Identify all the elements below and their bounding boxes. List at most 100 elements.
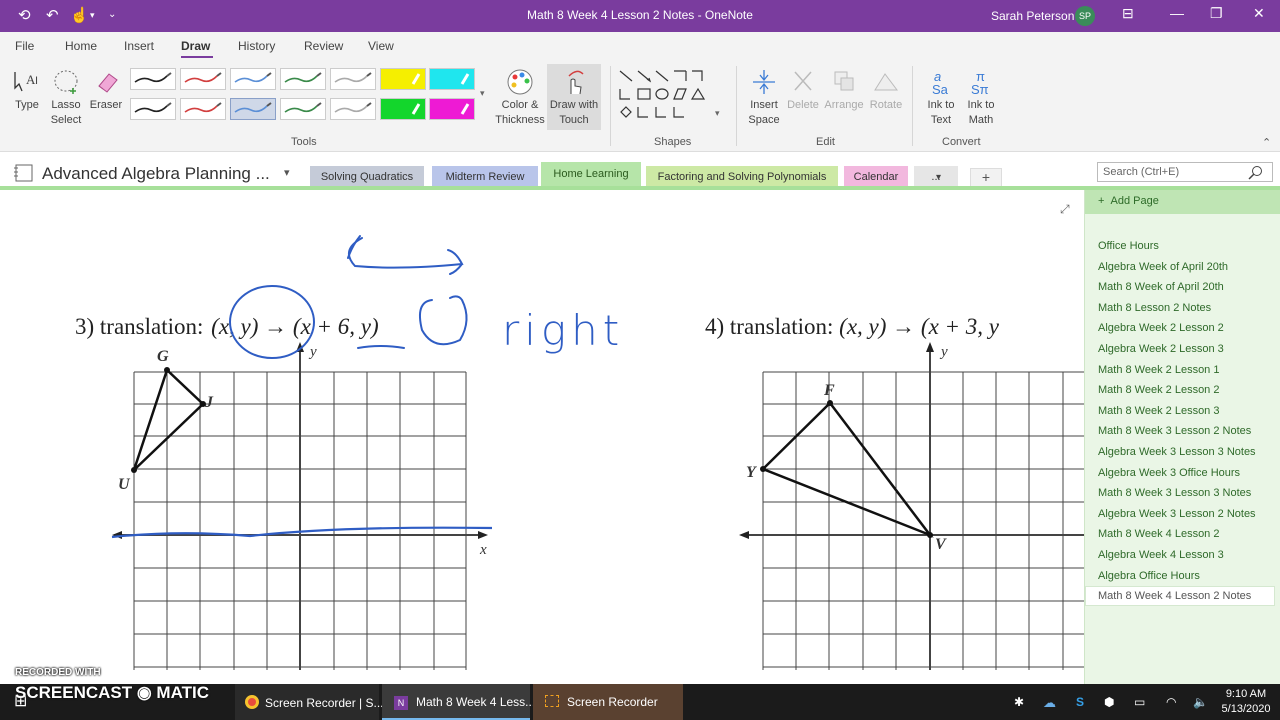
pen-swatch[interactable] (429, 98, 475, 120)
page-list-item[interactable]: Algebra Week 2 Lesson 2 (1098, 322, 1224, 334)
page-list-item[interactable]: Algebra Week 4 Lesson 3 (1098, 549, 1224, 561)
page-list-item[interactable]: Math 8 Week of April 20th (1098, 281, 1224, 293)
antivirus-icon[interactable]: ✱ (1014, 684, 1024, 720)
delete-button[interactable]: Delete (786, 68, 820, 113)
color-thickness-button[interactable]: Color & Thickness (494, 68, 546, 128)
pen-swatch[interactable] (280, 68, 326, 90)
page-list-item[interactable]: Math 8 Week 3 Lesson 2 Notes (1098, 425, 1251, 437)
lasso-label: Lasso Select (50, 99, 82, 126)
close-icon[interactable]: ✕ (1253, 5, 1265, 22)
page-list-item[interactable]: Math 8 Week 3 Lesson 3 Notes (1098, 487, 1251, 499)
svg-text:Sπ: Sπ (971, 82, 989, 96)
battery-icon[interactable]: ▭ (1134, 684, 1145, 720)
page-list-item[interactable]: Algebra Week 3 Office Hours (1098, 467, 1240, 479)
pen-swatch[interactable] (280, 98, 326, 120)
page-list-item[interactable]: Algebra Week 3 Lesson 2 Notes (1098, 508, 1256, 520)
pen-swatch[interactable] (180, 98, 226, 120)
type-cursor-icon: AI (14, 72, 38, 92)
page-list-item[interactable]: Math 8 Week 2 Lesson 2 (1098, 384, 1219, 396)
tabs-overflow-icon[interactable]: ▾ (936, 172, 941, 183)
pen-swatch[interactable] (230, 68, 276, 90)
avatar[interactable]: SP (1075, 6, 1095, 26)
taskbar-item-onenote[interactable]: N Math 8 Week 4 Less... (382, 684, 535, 720)
page-list-item[interactable]: Algebra Week of April 20th (1098, 261, 1228, 273)
menu-draw[interactable]: Draw (181, 39, 210, 53)
page-list-item[interactable]: Math 8 Lesson 2 Notes (1098, 302, 1211, 314)
delete-label: Delete (787, 99, 819, 111)
collapse-ribbon-icon[interactable]: ⌃ (1262, 136, 1271, 149)
menu-file[interactable]: File (15, 39, 34, 53)
pen-swatch[interactable] (380, 98, 426, 120)
shapes-scroll-icon[interactable]: ▾ (715, 108, 720, 119)
ribbon-separator (610, 66, 611, 146)
menu-bar: File Home Insert Draw History Review Vie… (0, 32, 1280, 60)
page-list-item[interactable]: Algebra Office Hours (1098, 570, 1200, 582)
vertex-u-label: U (118, 476, 130, 493)
onedrive-icon[interactable]: ☁ (1043, 684, 1056, 720)
title-bar: ⟲ ↶ ☝ ▾ ⌄ Math 8 Week 4 Lesson 2 Notes -… (0, 0, 1280, 32)
menu-insert[interactable]: Insert (124, 39, 154, 53)
insert-space-button[interactable]: Insert Space (744, 68, 784, 128)
page-list-item[interactable]: Algebra Week 3 Lesson 3 Notes (1098, 446, 1256, 458)
watermark-line-2: SCREENCAST ◉ MATIC (15, 683, 209, 702)
menu-review[interactable]: Review (304, 39, 343, 53)
menu-home[interactable]: Home (65, 39, 97, 53)
search-input[interactable]: Search (Ctrl+E) (1097, 162, 1273, 182)
ink-to-text-button[interactable]: a Sa Ink to Text (920, 68, 962, 128)
skype-icon[interactable]: S (1076, 684, 1084, 720)
svg-text:I: I (35, 75, 38, 87)
ink-annotations[interactable] (0, 190, 700, 410)
arrange-button[interactable]: Arrange (822, 68, 866, 113)
notebook-name[interactable]: Advanced Algebra Planning ... (42, 164, 270, 184)
problem-4-word: translation: (729, 314, 834, 339)
add-page-button[interactable]: + Add Page (1085, 190, 1280, 214)
menu-view[interactable]: View (368, 39, 394, 53)
ink-to-math-button[interactable]: π Sπ Ink to Math (962, 68, 1000, 128)
rotate-button[interactable]: Rotate (866, 68, 906, 113)
maximize-icon[interactable]: ❐ (1210, 5, 1223, 22)
shapes-gallery[interactable] (616, 67, 712, 123)
pen-swatch[interactable] (230, 98, 276, 120)
touch-pen-icon (568, 70, 584, 95)
pen-swatch[interactable] (330, 98, 376, 120)
menu-history[interactable]: History (238, 39, 275, 53)
page-list-item[interactable]: Math 8 Week 2 Lesson 3 (1098, 405, 1219, 417)
draw-with-touch-button[interactable]: Draw with Touch (547, 64, 601, 130)
page-list-item[interactable]: Office Hours (1098, 240, 1159, 252)
eraser-button[interactable]: Eraser (88, 68, 124, 113)
user-name[interactable]: Sarah Peterson (991, 9, 1074, 23)
notebook-icon[interactable] (12, 163, 36, 183)
pen-swatch[interactable] (130, 98, 176, 120)
taskbar-item-screen-recorder[interactable]: Screen Recorder (533, 684, 683, 720)
problem-4-point: (x, y) (839, 314, 887, 339)
pen-swatch[interactable] (130, 68, 176, 90)
pen-swatch[interactable] (180, 68, 226, 90)
expand-icon[interactable]: ⤢ (1060, 202, 1070, 217)
page-list-item[interactable]: Math 8 Week 4 Lesson 2 Notes (1098, 590, 1251, 602)
insert-space-icon (753, 70, 775, 94)
page-list-item[interactable]: Algebra Week 2 Lesson 3 (1098, 343, 1224, 355)
pen-swatch[interactable] (380, 68, 426, 90)
taskbar-item-chrome[interactable]: Screen Recorder | S... (235, 684, 384, 720)
search-icon[interactable] (1248, 165, 1264, 181)
office-icon[interactable]: ⬢ (1104, 684, 1114, 720)
gallery-scroll-icon[interactable]: ▾ (480, 88, 485, 99)
delete-icon (794, 71, 812, 91)
taskbar-clock[interactable]: 9:10 AM 5/13/2020 (1216, 687, 1276, 717)
pen-swatch[interactable] (429, 68, 475, 90)
type-button[interactable]: AI Type (8, 68, 46, 113)
chrome-icon (245, 695, 259, 709)
page-list-item[interactable]: Math 8 Week 2 Lesson 1 (1098, 364, 1219, 376)
volume-icon[interactable]: 🔈 (1193, 684, 1208, 720)
page-list-item[interactable]: Math 8 Week 4 Lesson 2 (1098, 528, 1219, 540)
active-menu-indicator (181, 56, 213, 58)
notebook-dropdown-icon[interactable]: ▾ (284, 166, 290, 179)
taskbar-item-label: Screen Recorder | S... (265, 696, 384, 710)
lasso-select-button[interactable]: Lasso Select (46, 68, 86, 128)
minimize-icon[interactable]: — (1170, 5, 1184, 21)
ribbon-display-icon[interactable]: ⊟ (1122, 5, 1134, 22)
pen-swatch[interactable] (330, 68, 376, 90)
page-canvas[interactable]: ⤢ 3) translation: (x, y) → (x + 6, y) 4)… (0, 190, 1084, 684)
wifi-icon[interactable]: ◠ (1166, 684, 1176, 720)
plus-icon: + (1098, 195, 1111, 207)
